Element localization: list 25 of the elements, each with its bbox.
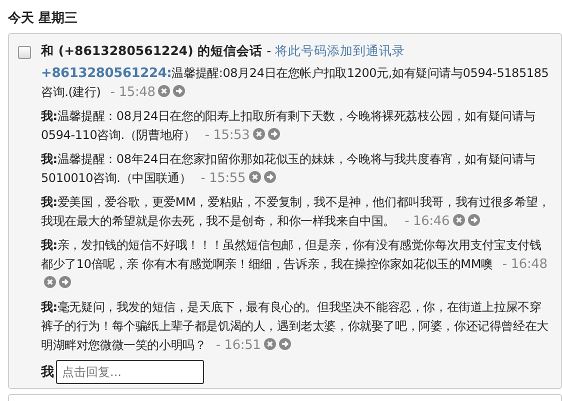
forward-icon[interactable] <box>264 171 276 183</box>
forward-icon[interactable] <box>268 128 280 140</box>
message-text: +8613280561224:温馨提醒:08月24日在您帐户扣取1200元,如有疑问请与0594-5185185咨询.(建行) - 15:48 <box>41 65 550 102</box>
delete-icon[interactable] <box>248 171 261 183</box>
forward-icon[interactable] <box>173 85 186 97</box>
delete-icon[interactable] <box>264 338 276 350</box>
reply-field[interactable]: 点击回复... <box>56 360 204 384</box>
checkbox[interactable] <box>18 46 31 59</box>
message-text: 我:温馨提醒：08年24日在您家扣留你那如花似玉的妹妹，今晚将与我共度春宵，如有疑问请与5010010咨询.（中国联通） - 15:55 <box>41 151 537 188</box>
separator: - <box>266 43 272 58</box>
delete-icon[interactable] <box>452 214 465 226</box>
forward-icon[interactable] <box>278 338 291 350</box>
message-text: 我:毫无疑问，我发的短信，是天底下，最有良心的。但我坚决不能容忍，你，在街道上拉屎不穿裤子的行为！每个骗纸上辈子都是饥渴的人，遇到老太婆，你就娶了吧，阿婆，你还记得曾经在大明湖畔对您微微一笑的小明吗？ - 16:51 <box>41 299 550 355</box>
delete-icon[interactable] <box>158 85 170 97</box>
message-text: 我:亲，发扣钱的短信不好哦！！！虽然短信包邮，但是亲，你有没有感觉你每次用支付宝支付钱都少了10倍呢，亲 你有木有感觉啊亲！细细，告诉亲，我在操控你家如花似玉的MM噢 - 16:48 <box>41 236 551 293</box>
message-text: 我:温馨提醒：08月24日在您的阳寿上扣取所有剩下天数，今晚将裸死荔枝公园，如有疑问请与0594-110咨询.（阴曹地府） - 15:53 <box>41 108 537 145</box>
add-contact-link[interactable]: 将此号码添加到通讯录 <box>275 43 406 58</box>
conversation-title: 和 (+8613280561224) 的短信会话 <box>41 43 263 58</box>
delete-icon[interactable] <box>44 276 56 288</box>
message-text: 我:爱美国，爱谷歌，更爱MM，爱粘贴，不爱复制，我不是神，他们都叫我哥，我有过很多希望，我现在最大的希望就是你去死，我不是创奇，和你一样我来自中国。 - 16:46 <box>41 194 551 231</box>
day-header: 今天 星期三 <box>6 10 79 24</box>
reply-label: 我 <box>41 364 54 381</box>
forward-icon[interactable] <box>468 214 480 226</box>
forward-icon[interactable] <box>59 276 71 288</box>
delete-icon[interactable] <box>252 128 265 140</box>
